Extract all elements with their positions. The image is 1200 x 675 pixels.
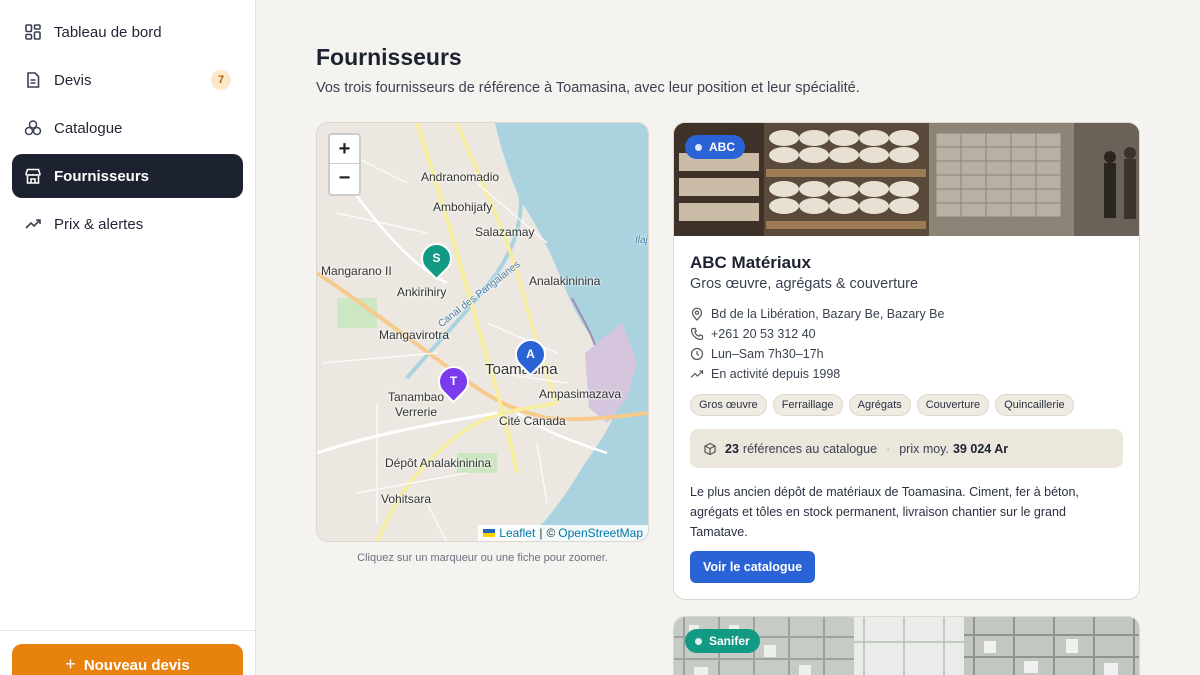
refs-count: 23 — [725, 441, 739, 456]
map-place-label: Ambohijafy — [433, 200, 493, 214]
supplier-since: En activité depuis 1998 — [690, 367, 1110, 381]
zoom-out-button[interactable]: − — [330, 164, 359, 193]
supplier-specialty: Gros œuvre, agrégats & couverture — [690, 276, 919, 292]
map-place-label: Mangavirotra — [379, 328, 450, 342]
copyright-symbol: © — [546, 526, 556, 540]
map-place-label: Vohitsara — [381, 492, 432, 506]
supplier-stats: 23 références au catalogue · prix moy. 3… — [690, 429, 1123, 468]
map-place-label: Cité Canada — [499, 414, 566, 428]
map-place-label: Ampasimazava — [539, 387, 622, 401]
price-value: 39 024 Ar — [952, 441, 1009, 456]
marker-s[interactable]: S — [414, 236, 459, 283]
chip: Agrégats — [848, 394, 911, 416]
tag-dot — [695, 637, 702, 645]
package-icon — [703, 442, 717, 456]
map-place-label: Ilaj — [635, 235, 648, 246]
new-quote-button[interactable]: + Nouveau devis — [12, 644, 243, 675]
store-icon — [24, 167, 42, 185]
dashboard-icon — [24, 23, 42, 41]
page-title: Fournisseurs — [316, 44, 462, 70]
chip: Gros œuvre — [690, 394, 767, 416]
supplier-tag: Sanifer — [685, 629, 760, 653]
zoom-in-button[interactable]: + — [330, 135, 359, 164]
supplier-card-2[interactable]: Sanifer — [673, 616, 1140, 675]
sidebar-item-label: Tableau de bord — [54, 23, 162, 41]
sidebar-item-catalogue[interactable]: Catalogue — [12, 106, 243, 150]
devis-count-badge: 7 — [211, 70, 231, 90]
map-place-label: Ankirihiry — [397, 285, 447, 299]
osm-link[interactable]: OpenStreetMap — [558, 526, 643, 540]
price-label: prix moy. — [899, 441, 949, 456]
map-attribution: Leaflet | © OpenStreetMap — [478, 525, 648, 541]
supplier-hours: Lun–Sam 7h30–17h — [690, 347, 1110, 361]
supplier-chips: Gros œuvre Ferraillage Agrégats Couvertu… — [690, 394, 1080, 416]
supplier-name: ABC Matériaux — [690, 253, 811, 272]
phone-text: +261 20 53 312 40 — [711, 327, 816, 341]
view-catalogue-button[interactable]: Voir le catalogue — [690, 551, 816, 583]
phone-icon — [690, 327, 704, 341]
sidebar-item-label: Prix & alertes — [54, 215, 144, 233]
supplier-tag-label: ABC — [709, 140, 735, 154]
attribution-separator: | — [539, 526, 543, 540]
supplier-photo — [674, 123, 1139, 236]
document-icon — [24, 71, 42, 89]
supplier-address: Bd de la Libération, Bazary Be, Bazary B… — [690, 307, 1110, 321]
page-subtitle: Vos trois fournisseurs de référence à To… — [316, 80, 860, 96]
refs-label: références au catalogue — [742, 441, 878, 456]
sidebar-item-prix-alertes[interactable]: Prix & alertes — [12, 202, 243, 246]
map-pin-icon — [690, 307, 704, 321]
chip: Quincaillerie — [995, 394, 1074, 416]
plus-icon: + — [65, 654, 76, 674]
map-place-label: Salazamay — [475, 225, 535, 239]
marker-t[interactable]: T — [431, 359, 476, 406]
supplier-map[interactable]: Andranomadio Ambohijafy Salazamay Mangar… — [316, 122, 649, 542]
chip: Couverture — [916, 394, 990, 416]
new-quote-label: Nouveau devis — [83, 657, 190, 674]
supplier-tag: ABC — [685, 135, 745, 159]
sidebar-item-label: Fournisseurs — [54, 167, 150, 185]
sidebar-item-devis[interactable]: Devis 7 — [12, 58, 243, 102]
marker-a[interactable]: A — [508, 332, 553, 379]
map-hint: Cliquez sur un marqueur ou une fiche pou… — [357, 552, 608, 564]
map-place-label: Analakininina — [529, 274, 601, 288]
supplier-description: Le plus ancien dépôt de matériaux de Toa… — [690, 485, 1079, 539]
since-text: En activité depuis 1998 — [711, 367, 841, 381]
tag-dot — [695, 143, 702, 151]
trend-icon — [24, 215, 42, 233]
address-text: Bd de la Libération, Bazary Be, Bazary B… — [711, 307, 945, 321]
stats-separator: · — [886, 441, 891, 456]
map-zoom-control: + − — [328, 133, 361, 196]
sidebar-nav: Tableau de bord Devis 7 Catalogue Fourni… — [12, 10, 243, 250]
marker-letter: T — [449, 374, 458, 388]
supplier-card[interactable]: ABC ABC Matériaux Gros œuvre, agrégats &… — [673, 122, 1140, 600]
clock-icon — [690, 347, 704, 361]
map-place-label: Andranomadio — [421, 170, 500, 184]
hours-text: Lun–Sam 7h30–17h — [711, 347, 824, 361]
map-tiles — [317, 123, 648, 541]
sidebar: Tableau de bord Devis 7 Catalogue Fourni… — [0, 0, 256, 675]
supplier-phone: +261 20 53 312 40 — [690, 327, 1110, 341]
sidebar-item-fournisseurs[interactable]: Fournisseurs — [12, 154, 243, 198]
leaflet-link[interactable]: Leaflet — [499, 526, 535, 540]
marker-letter: A — [526, 347, 535, 361]
boxes-icon — [24, 119, 42, 137]
map-place-label: Dépôt Analakininina — [385, 456, 492, 470]
ukraine-flag-icon — [483, 529, 496, 537]
trend-icon — [690, 367, 704, 381]
sidebar-item-label: Catalogue — [54, 119, 123, 137]
sidebar-item-dashboard[interactable]: Tableau de bord — [12, 10, 243, 54]
marker-letter: S — [432, 251, 441, 265]
supplier-tag-label: Sanifer — [709, 634, 750, 648]
sidebar-item-label: Devis — [54, 71, 92, 89]
map-place-label: Mangarano II — [321, 264, 392, 278]
chip: Ferraillage — [772, 394, 843, 416]
